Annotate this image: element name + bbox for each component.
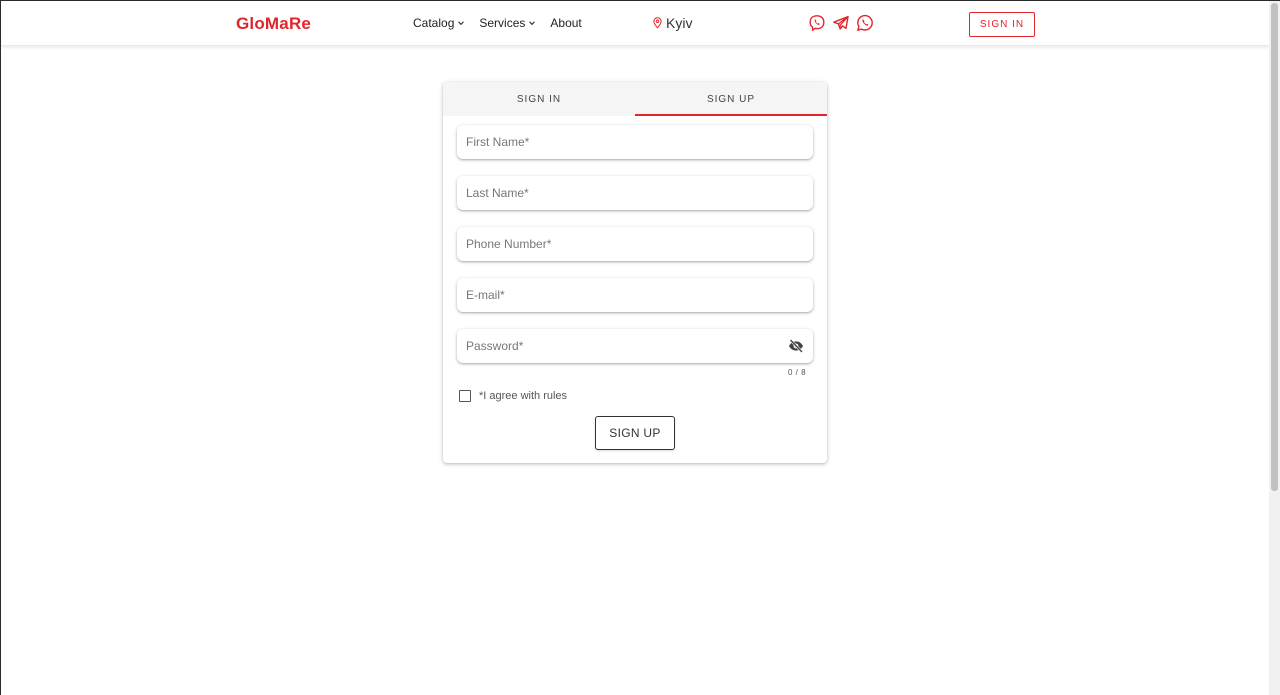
page-scrollbar[interactable] bbox=[1269, 1, 1280, 695]
sign-up-button[interactable]: SIGN UP bbox=[595, 416, 675, 450]
auth-card: SIGN IN SIGN UP 0 / 8 *I agree with rule… bbox=[443, 82, 827, 463]
city-selector[interactable]: Kyiv bbox=[653, 15, 692, 31]
first-name-input[interactable] bbox=[457, 125, 813, 159]
site-header: GloMaRe Catalog Services About Kyiv SIGN… bbox=[1, 1, 1269, 46]
scrollbar-thumb[interactable] bbox=[1271, 3, 1278, 491]
password-input[interactable] bbox=[457, 329, 813, 363]
last-name-field-wrapper bbox=[457, 176, 813, 210]
logo[interactable]: GloMaRe bbox=[236, 14, 311, 34]
main-nav: Catalog Services About bbox=[413, 16, 596, 30]
nav-about[interactable]: About bbox=[550, 16, 581, 30]
nav-catalog-label: Catalog bbox=[413, 16, 455, 30]
agree-rules-checkbox[interactable]: *I agree with rules bbox=[459, 390, 567, 402]
agree-rules-label: *I agree with rules bbox=[479, 390, 568, 402]
password-field-wrapper bbox=[457, 329, 813, 363]
email-input[interactable] bbox=[457, 278, 813, 312]
telegram-icon[interactable] bbox=[832, 14, 850, 32]
chevron-down-icon bbox=[528, 19, 536, 27]
checkbox-box[interactable] bbox=[459, 390, 471, 402]
location-pin-icon bbox=[653, 17, 662, 29]
nav-about-label: About bbox=[550, 16, 582, 30]
tab-sign-in[interactable]: SIGN IN bbox=[443, 82, 635, 116]
phone-field-wrapper bbox=[457, 227, 813, 261]
whatsapp-icon[interactable] bbox=[856, 14, 874, 32]
email-field-wrapper bbox=[457, 278, 813, 312]
last-name-input[interactable] bbox=[457, 176, 813, 210]
nav-catalog[interactable]: Catalog bbox=[413, 16, 465, 30]
password-length-counter: 0 / 8 bbox=[788, 368, 807, 377]
nav-services-label: Services bbox=[479, 16, 526, 30]
first-name-field-wrapper bbox=[457, 125, 813, 159]
chevron-down-icon bbox=[457, 19, 465, 27]
social-links bbox=[808, 14, 874, 32]
nav-services[interactable]: Services bbox=[479, 16, 536, 30]
auth-tabs: SIGN IN SIGN UP bbox=[443, 82, 827, 116]
header-sign-in-button[interactable]: SIGN IN bbox=[969, 12, 1035, 37]
city-label: Kyiv bbox=[666, 15, 693, 31]
eye-off-icon[interactable] bbox=[788, 338, 804, 354]
viber-icon[interactable] bbox=[808, 14, 826, 32]
phone-input[interactable] bbox=[457, 227, 813, 261]
tab-sign-up[interactable]: SIGN UP bbox=[635, 82, 827, 116]
